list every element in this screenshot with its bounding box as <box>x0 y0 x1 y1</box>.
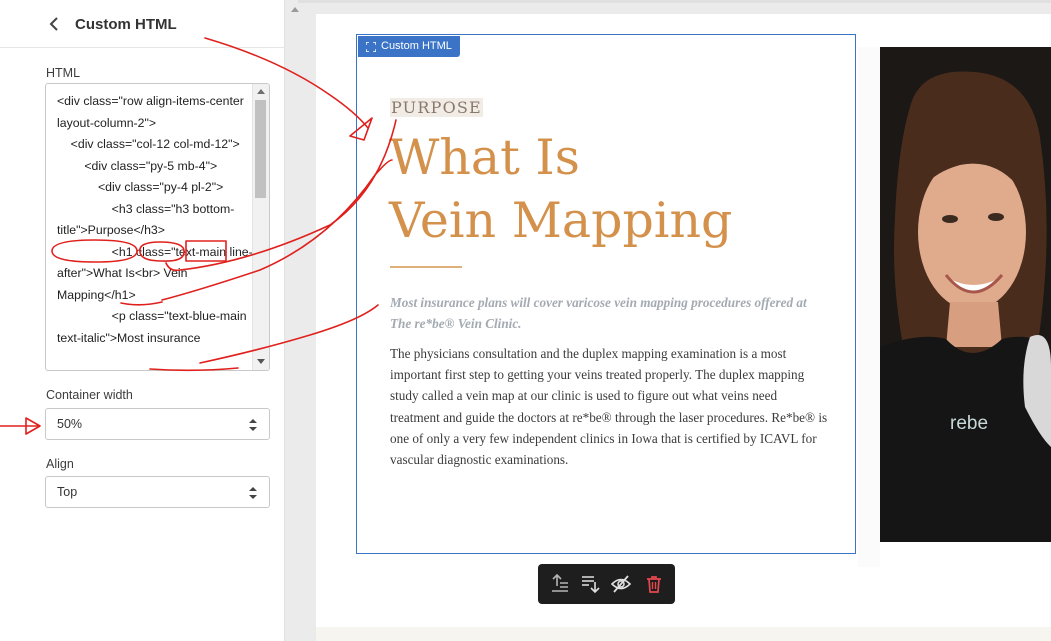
lead-paragraph: Most insurance plans will cover varicose… <box>390 295 807 331</box>
move-down-button[interactable] <box>579 573 601 595</box>
next-section-strip <box>316 627 1051 641</box>
body-paragraph: The physicians consultation and the dupl… <box>390 346 828 468</box>
move-up-button[interactable] <box>549 573 571 595</box>
heading-line-1: What Is <box>389 129 580 186</box>
container-width-value: 50% <box>57 417 83 431</box>
chevron-left-icon <box>49 17 58 31</box>
container-width-label: Container width <box>46 388 133 402</box>
hide-button[interactable] <box>610 573 632 595</box>
align-label: Align <box>46 457 74 471</box>
canvas-top-border <box>298 0 1051 3</box>
align-select[interactable]: Top <box>45 476 270 508</box>
back-button[interactable] <box>44 14 64 34</box>
code-scrollbar[interactable] <box>252 84 269 370</box>
sidebar-title: Custom HTML <box>75 16 177 33</box>
block-toolbar <box>538 564 675 604</box>
settings-sidebar: Custom HTML HTML <div class="row align-i… <box>0 0 285 641</box>
select-updown-icon <box>249 487 257 499</box>
move-up-icon <box>552 573 568 592</box>
section-subtitle: PURPOSE <box>390 98 483 117</box>
scroll-up-arrow-icon[interactable] <box>257 89 265 94</box>
canvas-gutter <box>285 0 316 641</box>
scroll-thumb[interactable] <box>255 100 266 198</box>
block-type-tag[interactable]: Custom HTML <box>358 36 460 57</box>
heading-divider <box>390 266 462 268</box>
scroll-down-arrow-icon[interactable] <box>257 359 265 364</box>
delete-button[interactable] <box>643 573 665 595</box>
sidebar-header: Custom HTML <box>0 0 285 48</box>
move-down-icon <box>582 576 600 594</box>
section-heading: What Is Vein Mapping <box>389 126 732 252</box>
select-updown-icon <box>249 419 257 431</box>
container-width-select[interactable]: 50% <box>45 408 270 440</box>
woman-photo: rebe <box>880 47 1051 542</box>
portrait-illustration <box>880 47 1051 542</box>
canvas-scroll-up-icon[interactable] <box>291 7 299 12</box>
hide-icon <box>610 575 632 593</box>
html-code-editor[interactable]: <div class="row align-items-center layou… <box>45 83 270 371</box>
heading-line-2: Vein Mapping <box>389 192 733 249</box>
align-value: Top <box>57 485 78 499</box>
photo-gap <box>858 47 880 567</box>
block-type-label: Custom HTML <box>381 40 452 52</box>
html-label: HTML <box>46 66 81 80</box>
select-frame-icon <box>366 41 376 52</box>
html-code-text[interactable]: <div class="row align-items-center layou… <box>57 91 253 349</box>
delete-icon <box>647 576 661 593</box>
shirt-logo-text: rebe <box>950 413 989 434</box>
